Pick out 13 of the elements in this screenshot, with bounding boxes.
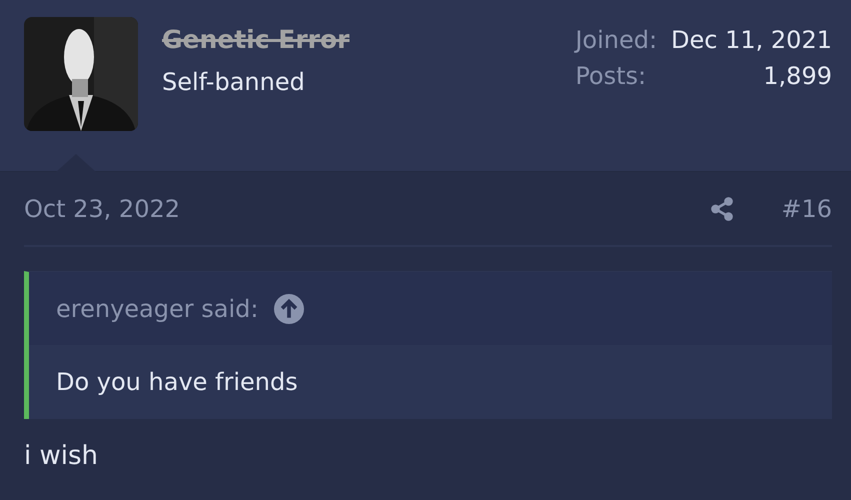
arrow-up-icon[interactable]	[274, 294, 304, 324]
stat-label: Joined:	[575, 26, 658, 54]
stat-value: Dec 11, 2021	[671, 26, 832, 54]
post-text: i wish	[24, 441, 100, 471]
user-title: Self-banned	[162, 68, 306, 96]
post-number[interactable]: #16	[781, 194, 832, 222]
username[interactable]: Genetic Error	[162, 25, 350, 54]
stat-value: 1,899	[762, 62, 832, 90]
quote-text: Do you have friends	[29, 345, 832, 419]
quote-author[interactable]: erenyeager said:	[56, 294, 258, 322]
post-date[interactable]: Oct 23, 2022	[24, 194, 710, 222]
share-icon[interactable]	[709, 196, 736, 222]
stat-label: Posts:	[575, 62, 648, 90]
